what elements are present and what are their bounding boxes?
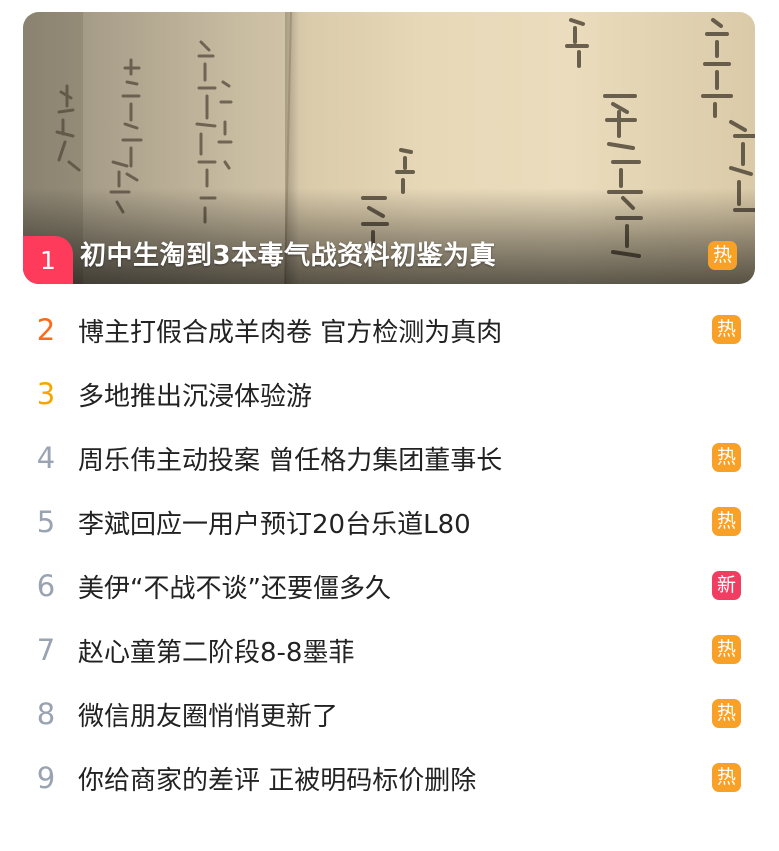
- featured-title[interactable]: 初中生淘到3本毒气战资料初鉴为真: [80, 235, 496, 272]
- list-item[interactable]: 3 多地推出沉浸体验游: [0, 362, 779, 426]
- hot-list: 2 博主打假合成羊肉卷 官方检测为真肉热 3 多地推出沉浸体验游 4 周乐伟主动投案 曾任…: [0, 298, 779, 810]
- list-item[interactable]: 6 美伊“不战不谈”还要僵多久 新: [0, 554, 779, 618]
- item-title[interactable]: 博主打假合成羊肉卷 官方检测为真肉: [78, 298, 502, 362]
- list-item[interactable]: 7 赵心童第二阶段8-8墨菲 热: [0, 618, 779, 682]
- hot-badge-icon: 热: [712, 315, 741, 344]
- rank-number: 2: [36, 313, 56, 347]
- hot-badge-icon: 热: [708, 241, 737, 270]
- list-item[interactable]: 9 你给商家的差评 正被明码标价删除 热: [0, 746, 779, 810]
- item-title[interactable]: 多地推出沉浸体验游: [78, 362, 312, 426]
- rank-number: 7: [36, 633, 56, 667]
- rank-number: 6: [36, 569, 56, 603]
- list-item[interactable]: 2 博主打假合成羊肉卷 官方检测为真肉 热: [0, 298, 779, 362]
- list-item[interactable]: 4 周乐伟主动投案 曾任格力集团董事长 热: [0, 426, 779, 490]
- new-badge-icon: 新: [712, 571, 741, 600]
- hot-badge-icon: 热: [712, 635, 741, 664]
- hot-search-panel: 1 初中生淘到3本毒气战资料初鉴为真 热 2 博主打假合成羊肉卷 官方检测为真肉热…: [0, 0, 779, 851]
- item-title[interactable]: 李斌回应一用户预订20台乐道L80: [78, 490, 471, 554]
- hot-badge-icon: 热: [712, 699, 741, 728]
- rank-number: 8: [36, 697, 56, 731]
- list-item[interactable]: 5 李斌回应一用户预订20台乐道L80 热: [0, 490, 779, 554]
- featured-rank: 1: [23, 236, 73, 284]
- item-title[interactable]: 你给商家的差评 正被明码标价删除: [78, 746, 476, 810]
- item-title[interactable]: 微信朋友圈悄悄更新了: [78, 682, 338, 746]
- list-item[interactable]: 8 微信朋友圈悄悄更新了 热: [0, 682, 779, 746]
- hot-badge-icon: 热: [712, 763, 741, 792]
- hot-badge-icon: 热: [712, 507, 741, 536]
- featured-item[interactable]: 1 初中生淘到3本毒气战资料初鉴为真 热: [23, 12, 755, 284]
- hot-badge-icon: 热: [712, 443, 741, 472]
- item-title[interactable]: 美伊“不战不谈”还要僵多久: [78, 554, 391, 618]
- rank-number: 3: [36, 377, 56, 411]
- rank-number: 9: [36, 761, 56, 795]
- rank-number: 4: [36, 441, 56, 475]
- item-title[interactable]: 赵心童第二阶段8-8墨菲: [78, 618, 354, 682]
- rank-number: 5: [36, 505, 56, 539]
- item-title[interactable]: 周乐伟主动投案 曾任格力集团董事长: [78, 426, 502, 490]
